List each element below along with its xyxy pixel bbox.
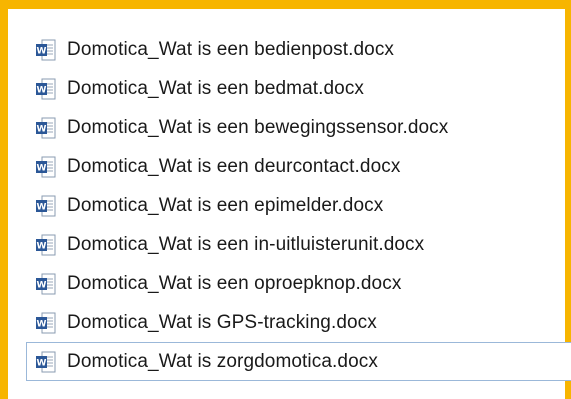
svg-text:W: W [37, 319, 47, 329]
svg-text:W: W [37, 85, 47, 95]
file-name: Domotica_Wat is een deurcontact.docx [67, 155, 401, 177]
file-list: W Domotica_Wat is een bedienpost.docx W … [26, 30, 571, 381]
svg-text:W: W [37, 241, 47, 251]
file-name: Domotica_Wat is een bedienpost.docx [67, 38, 395, 60]
svg-text:W: W [37, 358, 47, 368]
file-item[interactable]: W Domotica_Wat is een epimelder.docx [26, 186, 571, 225]
file-item[interactable]: W Domotica_Wat is GPS-tracking.docx [26, 303, 571, 342]
file-name: Domotica_Wat is een bedmat.docx [67, 77, 365, 99]
word-document-icon: W [36, 78, 56, 100]
word-document-icon: W [36, 117, 56, 139]
svg-text:W: W [37, 163, 47, 173]
svg-text:W: W [37, 280, 47, 290]
file-item[interactable]: W Domotica_Wat is een oproepknop.docx [26, 264, 571, 303]
word-document-icon: W [36, 234, 56, 256]
file-name: Domotica_Wat is GPS-tracking.docx [67, 311, 377, 333]
word-document-icon: W [36, 273, 56, 295]
word-document-icon: W [36, 156, 56, 178]
svg-text:W: W [37, 202, 47, 212]
file-name: Domotica_Wat is een bewegingssensor.docx [67, 116, 449, 138]
word-document-icon: W [36, 312, 56, 334]
file-name: Domotica_Wat is een epimelder.docx [67, 194, 384, 216]
word-document-icon: W [36, 351, 56, 373]
file-item[interactable]: W Domotica_Wat is een bedmat.docx [26, 69, 571, 108]
file-item-selected[interactable]: W Domotica_Wat is zorgdomotica.docx [26, 342, 571, 381]
file-item[interactable]: W Domotica_Wat is een bedienpost.docx [26, 30, 571, 69]
file-list-panel: W Domotica_Wat is een bedienpost.docx W … [0, 0, 571, 399]
word-document-icon: W [36, 39, 56, 61]
word-document-icon: W [36, 195, 56, 217]
svg-text:W: W [37, 46, 47, 56]
file-item[interactable]: W Domotica_Wat is een in-uitluisterunit.… [26, 225, 571, 264]
file-name: Domotica_Wat is een oproepknop.docx [67, 272, 402, 294]
svg-text:W: W [37, 124, 47, 134]
file-name: Domotica_Wat is zorgdomotica.docx [67, 350, 378, 372]
file-item[interactable]: W Domotica_Wat is een deurcontact.docx [26, 147, 571, 186]
file-name: Domotica_Wat is een in-uitluisterunit.do… [67, 233, 425, 255]
file-item[interactable]: W Domotica_Wat is een bewegingssensor.do… [26, 108, 571, 147]
